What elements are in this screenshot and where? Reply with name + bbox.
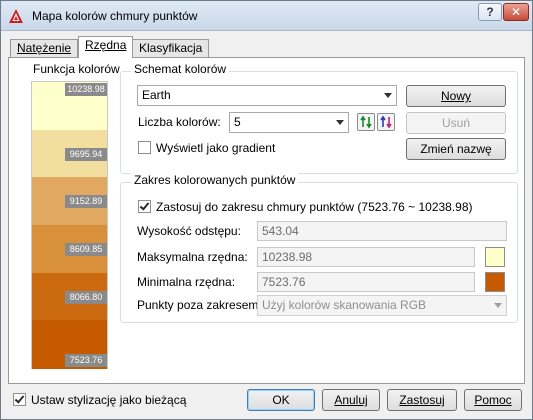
- color-function-bar: 10238.98 9695.94 9152.89 8609.85 8066.80 7523…: [31, 81, 108, 369]
- min-elevation-label: Minimalna rzędna:: [137, 275, 236, 289]
- ok-button[interactable]: OK: [247, 389, 315, 411]
- window-title: Mapa kolorów chmury punktów: [32, 9, 198, 23]
- point-cloud-color-map-dialog: Mapa kolorów chmury punktów ? ✕ Natężeni…: [0, 0, 533, 420]
- color-count-select[interactable]: 5: [229, 112, 349, 133]
- gradient-checkbox-label: Wyświetl jako gradient: [156, 141, 276, 155]
- color-scheme-select[interactable]: Earth: [137, 85, 397, 106]
- apply-button[interactable]: Zastosuj: [387, 389, 457, 411]
- ok-button-label: OK: [272, 393, 290, 407]
- max-elevation-input[interactable]: 10238.98: [257, 247, 475, 267]
- tab-intensity[interactable]: Natężenie: [10, 39, 79, 57]
- tab-label: Natężenie: [17, 41, 72, 55]
- reverse-colors-button[interactable]: [377, 113, 395, 131]
- color-band-value-label: 9152.89: [65, 195, 107, 209]
- set-current-label: Ustaw stylizację jako bieżącą: [31, 393, 187, 407]
- max-elevation-label: Maksymalna rzędna:: [137, 250, 248, 264]
- autocad-app-icon: [9, 9, 23, 23]
- spacing-input[interactable]: 543.04: [257, 221, 507, 241]
- colored-range-group-title: Zakres kolorowanych punktów: [131, 173, 299, 187]
- color-count-label: Liczba kolorów:: [138, 115, 221, 129]
- checkmark-icon: [139, 200, 150, 211]
- color-function-title: Funkcja kolorów: [33, 62, 120, 76]
- dropdown-arrow-icon: [494, 303, 502, 308]
- min-color-swatch[interactable]: [485, 272, 505, 292]
- outside-range-label: Punkty poza zakresem:: [137, 298, 262, 312]
- title-bar[interactable]: Mapa kolorów chmury punktów ? ✕: [1, 1, 532, 31]
- color-band-value-label: 8066.80: [65, 290, 107, 304]
- tab-label: Klasyfikacja: [139, 41, 203, 55]
- reverse-colors-icon: [380, 115, 392, 129]
- delete-scheme-button[interactable]: Usuń: [406, 112, 506, 134]
- help-button[interactable]: Pomoc: [464, 389, 522, 411]
- color-band-value-label: 9695.94: [65, 147, 107, 161]
- help-button-label: Pomoc: [474, 393, 512, 407]
- help-title-button[interactable]: ?: [478, 3, 502, 21]
- color-band-value-label: 10238.98: [65, 83, 107, 96]
- gradient-checkbox[interactable]: [138, 141, 151, 154]
- close-button[interactable]: ✕: [503, 3, 529, 21]
- spacing-label: Wysokość odstępu:: [137, 224, 241, 238]
- color-band-value-label: 8609.85: [65, 242, 107, 256]
- new-scheme-button[interactable]: Nowy: [406, 85, 506, 107]
- tab-elevation[interactable]: Rzędna: [78, 36, 134, 58]
- delete-scheme-button-label: Usuń: [441, 116, 470, 130]
- color-scheme-value: Earth: [142, 88, 171, 102]
- outside-range-select[interactable]: Użyj kolorów skanowania RGB: [257, 295, 507, 316]
- tab-label: Rzędna: [85, 38, 127, 52]
- cancel-button[interactable]: Anuluj: [322, 389, 380, 411]
- apply-button-label: Zastosuj: [399, 393, 445, 407]
- new-scheme-button-label: Nowy: [440, 89, 471, 103]
- color-band-value-label: 7523.76: [65, 354, 107, 367]
- tab-classification[interactable]: Klasyfikacja: [132, 39, 210, 57]
- cancel-button-label: Anuluj: [334, 393, 368, 407]
- outside-range-value: Użyj kolorów skanowania RGB: [262, 298, 427, 312]
- set-current-checkbox[interactable]: [13, 393, 26, 406]
- sort-ascending-icon: [360, 115, 372, 129]
- checkmark-icon: [14, 393, 25, 404]
- rename-scheme-button-label: Zmień nazwę: [420, 142, 492, 156]
- sort-ascending-button[interactable]: [357, 113, 375, 131]
- dropdown-arrow-icon: [384, 93, 392, 98]
- max-color-swatch[interactable]: [485, 247, 505, 267]
- color-scheme-group-title: Schemat kolorów: [131, 62, 230, 76]
- rename-scheme-button[interactable]: Zmień nazwę: [406, 138, 506, 160]
- dropdown-arrow-icon: [336, 120, 344, 125]
- min-elevation-input[interactable]: 7523.76: [257, 272, 475, 292]
- color-count-value: 5: [234, 115, 241, 129]
- apply-range-checkbox-label: Zastosuj do zakresu chmury punktów (7523…: [156, 200, 473, 214]
- apply-range-checkbox[interactable]: [138, 200, 151, 213]
